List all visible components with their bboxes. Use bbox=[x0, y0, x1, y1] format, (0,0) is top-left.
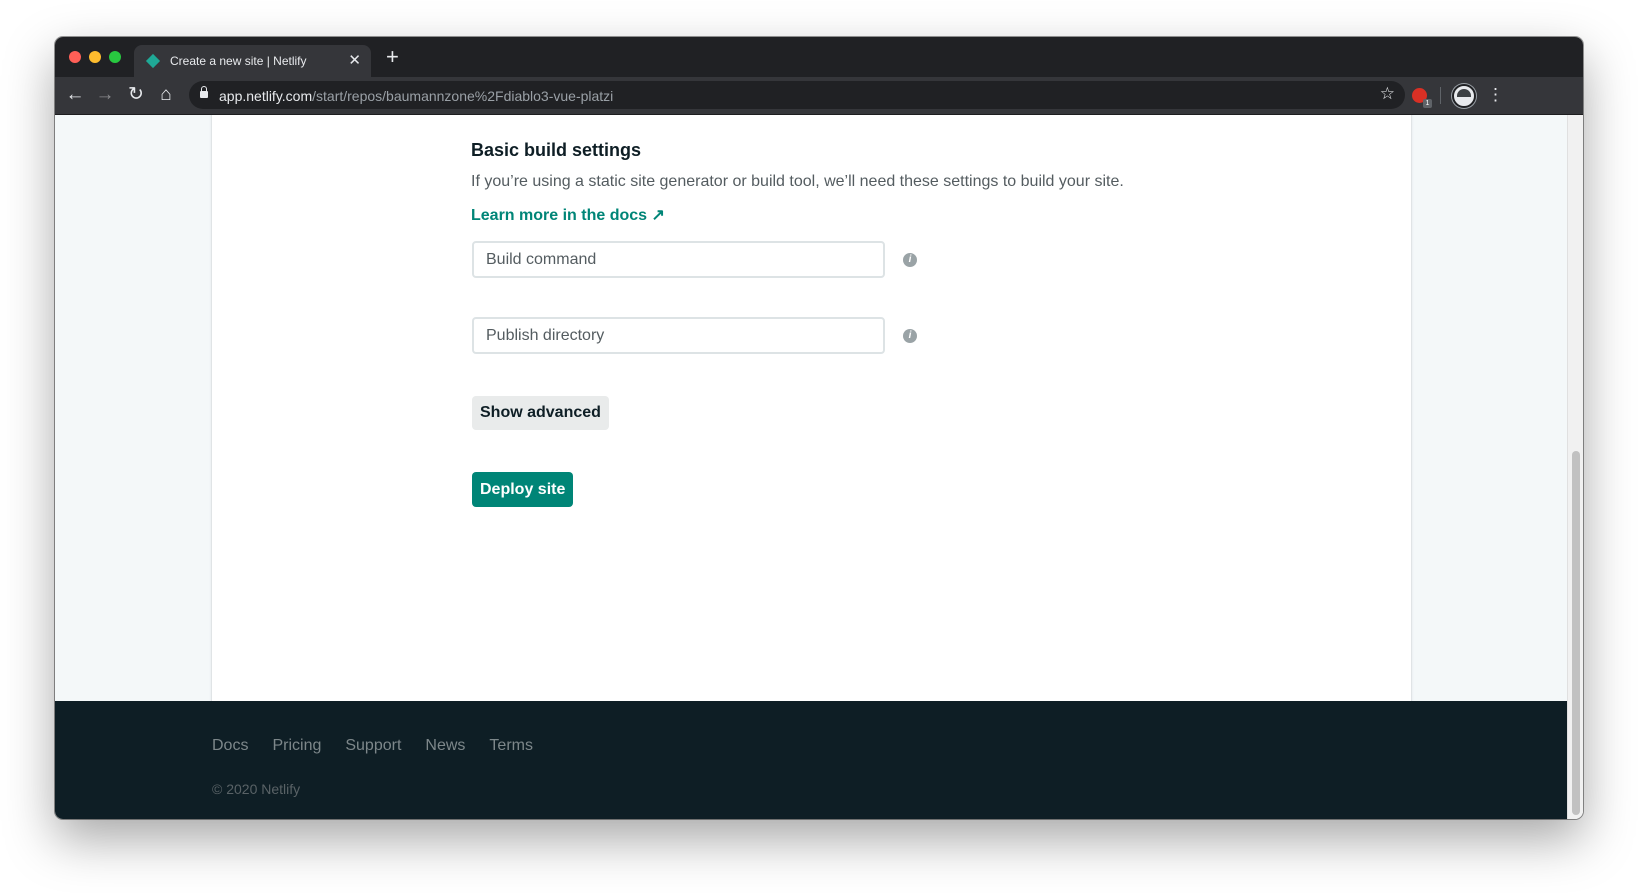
browser-tab[interactable]: Create a new site | Netlify ✕ bbox=[134, 45, 371, 77]
page-viewport: Basic build settings If you’re using a s… bbox=[55, 115, 1567, 819]
browser-window: Create a new site | Netlify ✕ + ← → ↻ ⌂ … bbox=[55, 37, 1583, 819]
build-command-input[interactable] bbox=[472, 241, 885, 278]
window-maximize-button[interactable] bbox=[109, 51, 121, 63]
show-advanced-button[interactable]: Show advanced bbox=[472, 396, 609, 430]
footer-link-news[interactable]: News bbox=[425, 737, 465, 755]
browser-toolbar: ← → ↻ ⌂ app.netlify.com/start/repos/baum… bbox=[55, 77, 1583, 115]
title-bar: Create a new site | Netlify ✕ + bbox=[55, 37, 1583, 77]
scrollbar-thumb[interactable] bbox=[1572, 451, 1580, 815]
window-close-button[interactable] bbox=[69, 51, 81, 63]
url-text[interactable]: app.netlify.com/start/repos/baumannzone%… bbox=[219, 88, 613, 104]
footer-link-terms[interactable]: Terms bbox=[489, 737, 533, 755]
footer-link-docs[interactable]: Docs bbox=[212, 737, 248, 755]
footer-link-pricing[interactable]: Pricing bbox=[272, 737, 321, 755]
section-description: If you’re using a static site generator … bbox=[471, 173, 1124, 190]
footer-link-support[interactable]: Support bbox=[345, 737, 401, 755]
star-icon[interactable]: ☆ bbox=[1380, 84, 1395, 104]
url-host: app.netlify.com bbox=[219, 88, 313, 104]
vertical-scrollbar[interactable] bbox=[1567, 115, 1583, 819]
lock-icon[interactable] bbox=[200, 86, 208, 98]
home-icon[interactable]: ⌂ bbox=[154, 83, 178, 107]
docs-link[interactable]: Learn more in the docs ↗ bbox=[471, 205, 665, 225]
publish-directory-input[interactable] bbox=[472, 317, 885, 354]
reload-icon[interactable]: ↻ bbox=[124, 83, 148, 107]
build-settings-card: Basic build settings If you’re using a s… bbox=[212, 115, 1411, 709]
avatar[interactable] bbox=[1452, 84, 1476, 108]
tab-close-icon[interactable]: ✕ bbox=[348, 51, 361, 69]
publish-directory-info-icon[interactable]: i bbox=[903, 329, 917, 343]
build-command-info-icon[interactable]: i bbox=[903, 253, 917, 267]
extension-badge: 1 bbox=[1423, 99, 1432, 108]
toolbar-divider bbox=[1440, 87, 1441, 104]
section-title: Basic build settings bbox=[471, 140, 642, 160]
forward-arrow-icon[interactable]: → bbox=[93, 83, 117, 107]
deploy-site-button[interactable]: Deploy site bbox=[472, 472, 574, 507]
netlify-favicon-icon bbox=[145, 53, 161, 69]
copyright: © 2020 Netlify bbox=[212, 781, 301, 797]
url-path: /start/repos/baumannzone%2Fdiablo3-vue-p… bbox=[312, 88, 614, 104]
tab-title: Create a new site | Netlify bbox=[170, 54, 307, 68]
new-tab-button[interactable]: + bbox=[386, 44, 399, 70]
menu-icon[interactable]: ⋮ bbox=[1487, 83, 1504, 107]
address-bar[interactable]: app.netlify.com/start/repos/baumannzone%… bbox=[189, 81, 1405, 109]
back-arrow-icon[interactable]: ← bbox=[63, 83, 87, 107]
footer-nav: Docs Pricing Support News Terms bbox=[212, 737, 533, 755]
footer: Docs Pricing Support News Terms © 2020 N… bbox=[55, 701, 1567, 819]
window-minimize-button[interactable] bbox=[89, 51, 101, 63]
